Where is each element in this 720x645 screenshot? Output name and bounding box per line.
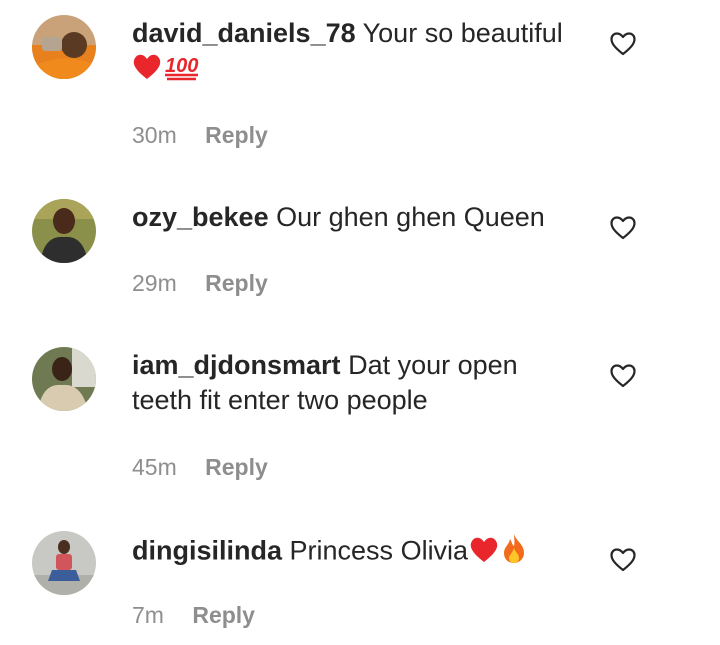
comment-meta: 29m Reply	[132, 269, 268, 297]
comment-text: david_daniels_78 Your so beautiful 100	[132, 16, 582, 90]
comment-text: iam_djdonsmart Dat your open teeth fit e…	[132, 348, 582, 418]
reply-button[interactable]: Reply	[192, 601, 255, 629]
comment-body: Your so beautiful	[362, 18, 563, 48]
svg-text:100: 100	[165, 55, 198, 77]
heart-outline-icon	[610, 548, 638, 572]
fire-emoji-icon	[500, 534, 528, 570]
like-button[interactable]	[610, 548, 638, 574]
heart-outline-icon	[610, 364, 638, 388]
comment-username[interactable]: david_daniels_78	[132, 18, 356, 48]
heart-emoji-icon	[132, 54, 162, 87]
reply-button[interactable]: Reply	[205, 269, 268, 297]
comment-username[interactable]: ozy_bekee	[132, 202, 269, 232]
comment-username[interactable]: dingisilinda	[132, 536, 282, 566]
comment-timestamp: 30m	[132, 122, 177, 148]
comment-meta: 30m Reply	[132, 121, 268, 149]
comment-body: Our ghen ghen Queen	[276, 202, 545, 232]
comment-username[interactable]: iam_djdonsmart	[132, 350, 341, 380]
comment-body: Princess Olivia	[289, 535, 469, 566]
comment-timestamp: 7m	[132, 602, 164, 628]
emoji-text: 100	[132, 51, 202, 90]
heart-outline-icon	[610, 216, 638, 240]
comment-text: dingisilinda Princess Olivia	[132, 532, 582, 573]
avatar[interactable]	[32, 531, 96, 595]
avatar[interactable]	[32, 199, 96, 263]
avatar[interactable]	[32, 347, 96, 411]
reply-button[interactable]: Reply	[205, 453, 268, 481]
comment-text: ozy_bekee Our ghen ghen Queen	[132, 200, 582, 235]
emoji-text	[468, 532, 528, 573]
heart-emoji-icon	[468, 537, 500, 570]
like-button[interactable]	[610, 216, 638, 242]
avatar[interactable]	[32, 15, 96, 79]
comment-meta: 7m Reply	[132, 601, 255, 629]
heart-outline-icon	[610, 32, 638, 56]
comment-timestamp: 29m	[132, 270, 177, 296]
comment-meta: 45m Reply	[132, 453, 268, 481]
comment-timestamp: 45m	[132, 454, 177, 480]
like-button[interactable]	[610, 364, 638, 390]
hundred-emoji-icon: 100	[162, 55, 202, 87]
like-button[interactable]	[610, 32, 638, 58]
reply-button[interactable]: Reply	[205, 121, 268, 149]
